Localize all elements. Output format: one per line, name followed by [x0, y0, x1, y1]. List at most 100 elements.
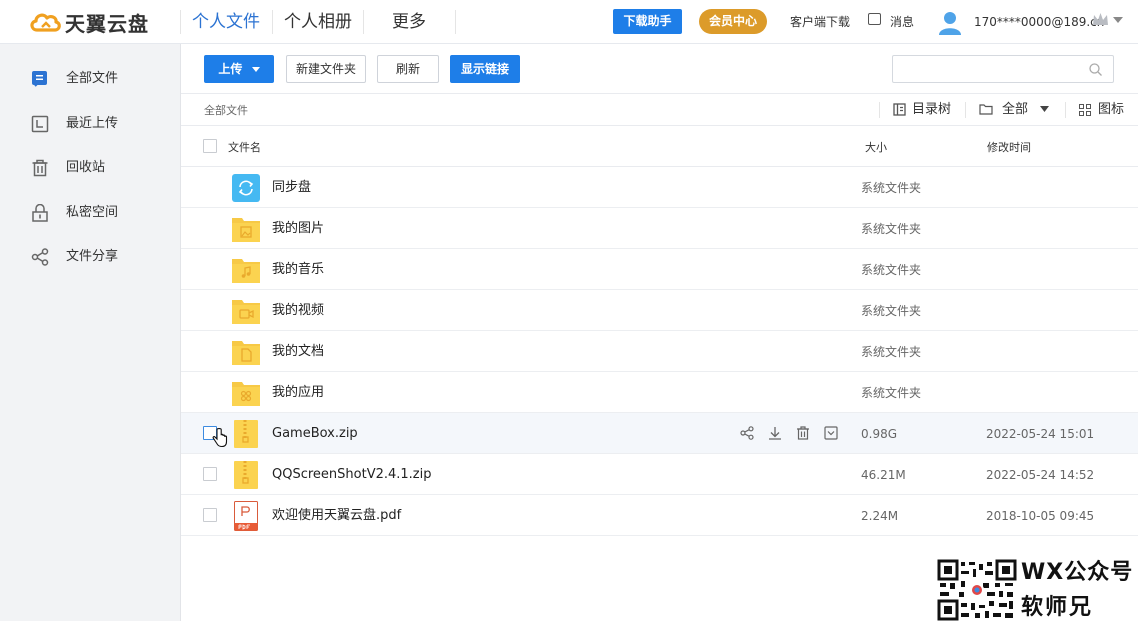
search-box [892, 55, 1114, 83]
file-name[interactable]: 我的视频 [272, 302, 324, 319]
file-modified-time: 2022-05-24 14:52 [986, 468, 1095, 482]
table-row[interactable]: 我的文档 系统文件夹 [181, 331, 1138, 372]
nav-more[interactable]: 更多 [392, 10, 426, 34]
zip-file-icon [234, 420, 258, 448]
grid-view-icon [1079, 104, 1091, 116]
file-name[interactable]: 同步盘 [272, 179, 311, 196]
divider [455, 10, 456, 34]
crown-icon [1093, 13, 1108, 25]
directory-tree-toggle[interactable]: 目录树 [912, 101, 951, 118]
hand-cursor-icon [212, 428, 228, 448]
file-name[interactable]: 我的文档 [272, 343, 324, 360]
chevron-down-icon[interactable] [1113, 17, 1123, 23]
divider [879, 102, 880, 118]
music-folder-icon [232, 259, 260, 283]
show-links-button[interactable]: 显示链接 [450, 55, 520, 83]
watermark-line2: 软师兄 [1021, 595, 1094, 620]
sidebar-item-file-share[interactable]: 文件分享 [0, 239, 180, 275]
divider [363, 10, 364, 34]
file-size: 系统文件夹 [861, 345, 922, 359]
download-assistant-button[interactable]: 下载助手 [613, 9, 682, 34]
qr-code-icon [937, 559, 1017, 621]
file-name[interactable]: 欢迎使用天翼云盘.pdf [272, 507, 401, 524]
row-checkbox[interactable] [203, 508, 217, 522]
select-all-checkbox[interactable] [203, 139, 217, 153]
file-modified-time: 2018-10-05 09:45 [986, 509, 1095, 523]
recent-upload-icon [31, 115, 49, 133]
divider [180, 10, 181, 34]
logo[interactable]: 天翼云盘 [28, 8, 149, 36]
column-header-modified[interactable]: 修改时间 [987, 139, 1031, 155]
sidebar-item-label: 文件分享 [66, 249, 119, 264]
trash-icon [32, 159, 48, 177]
file-name[interactable]: GameBox.zip [272, 425, 358, 442]
search-icon[interactable] [1089, 63, 1102, 76]
file-name[interactable]: 我的音乐 [272, 261, 324, 278]
nav-personal-files[interactable]: 个人文件 [192, 10, 260, 34]
logo-text: 天翼云盘 [65, 11, 149, 36]
lock-icon [32, 204, 48, 222]
table-row[interactable]: 我的视频 系统文件夹 [181, 290, 1138, 331]
sidebar-item-label: 全部文件 [66, 71, 119, 86]
sidebar-item-trash[interactable]: 回收站 [0, 150, 180, 186]
directory-tree-icon [893, 103, 906, 116]
breadcrumb[interactable]: 全部文件 [204, 102, 248, 118]
grid-view-toggle[interactable]: 图标 [1098, 101, 1124, 118]
column-header-size[interactable]: 大小 [865, 139, 887, 155]
message-icon[interactable] [868, 13, 881, 25]
refresh-button[interactable]: 刷新 [377, 55, 439, 83]
file-size: 2.24M [861, 509, 899, 523]
image-folder-icon [232, 218, 260, 242]
file-size: 系统文件夹 [861, 263, 922, 277]
table-row[interactable]: 欢迎使用天翼云盘.pdf 2.24M 2018-10-05 09:45 [181, 495, 1138, 536]
column-header-name[interactable]: 文件名 [228, 139, 261, 155]
all-files-icon [32, 71, 47, 87]
account-name[interactable]: 170****0000@189.cn [974, 13, 1104, 31]
sidebar-item-label: 最近上传 [66, 116, 119, 131]
table-row[interactable]: 我的音乐 系统文件夹 [181, 249, 1138, 290]
share-icon[interactable] [740, 426, 754, 440]
sidebar-item-label: 私密空间 [66, 205, 119, 220]
chevron-down-icon[interactable] [1040, 106, 1049, 112]
sidebar-item-label: 回收站 [66, 160, 106, 175]
upload-label: 上传 [218, 62, 243, 76]
search-input[interactable] [899, 56, 1089, 82]
file-name[interactable]: 我的图片 [272, 220, 324, 237]
folder-filter-icon [979, 104, 993, 115]
video-folder-icon [232, 300, 260, 324]
cloud-logo-icon [30, 13, 61, 32]
file-size: 0.98G [861, 427, 898, 441]
file-size: 46.21M [861, 468, 906, 482]
sidebar: 全部文件 最近上传 回收站 私密空间 文件分享 [0, 44, 181, 621]
breadcrumb-bar: 全部文件 目录树 全部 图标 [181, 93, 1138, 126]
more-options-icon[interactable] [824, 426, 838, 440]
table-row[interactable]: 同步盘 系统文件夹 [181, 167, 1138, 208]
sidebar-item-recent-upload[interactable]: 最近上传 [0, 106, 180, 142]
filter-select[interactable]: 全部 [1002, 101, 1028, 118]
table-row[interactable]: GameBox.zip 0.98G 2022-05-24 15:01 [181, 413, 1138, 454]
table-row[interactable]: 我的图片 系统文件夹 [181, 208, 1138, 249]
file-modified-time: 2022-05-24 15:01 [986, 427, 1095, 441]
table-row[interactable]: 我的应用 系统文件夹 [181, 372, 1138, 413]
file-size: 系统文件夹 [861, 222, 922, 236]
table-row[interactable]: QQScreenShotV2.4.1.zip 46.21M 2022-05-24… [181, 454, 1138, 495]
file-size: 系统文件夹 [861, 181, 922, 195]
document-folder-icon [232, 341, 260, 365]
file-name[interactable]: 我的应用 [272, 384, 324, 401]
vip-center-button[interactable]: 会员中心 [699, 9, 767, 34]
sidebar-item-private-space[interactable]: 私密空间 [0, 195, 180, 231]
table-header: 文件名 大小 修改时间 [181, 126, 1138, 167]
new-folder-button[interactable]: 新建文件夹 [286, 55, 366, 83]
download-icon[interactable] [768, 426, 782, 440]
watermark-line1: WX公众号 [1021, 560, 1134, 585]
client-download-link[interactable]: 客户端下载 [790, 13, 850, 31]
pdf-file-icon [234, 501, 258, 531]
delete-icon[interactable] [796, 426, 810, 440]
file-name[interactable]: QQScreenShotV2.4.1.zip [272, 466, 432, 483]
row-checkbox[interactable] [203, 467, 217, 481]
nav-personal-album[interactable]: 个人相册 [284, 10, 352, 34]
upload-button[interactable]: 上传 [204, 55, 274, 83]
sidebar-item-all-files[interactable]: 全部文件 [0, 61, 180, 97]
avatar[interactable] [938, 10, 962, 36]
messages-link[interactable]: 消息 [890, 13, 914, 31]
